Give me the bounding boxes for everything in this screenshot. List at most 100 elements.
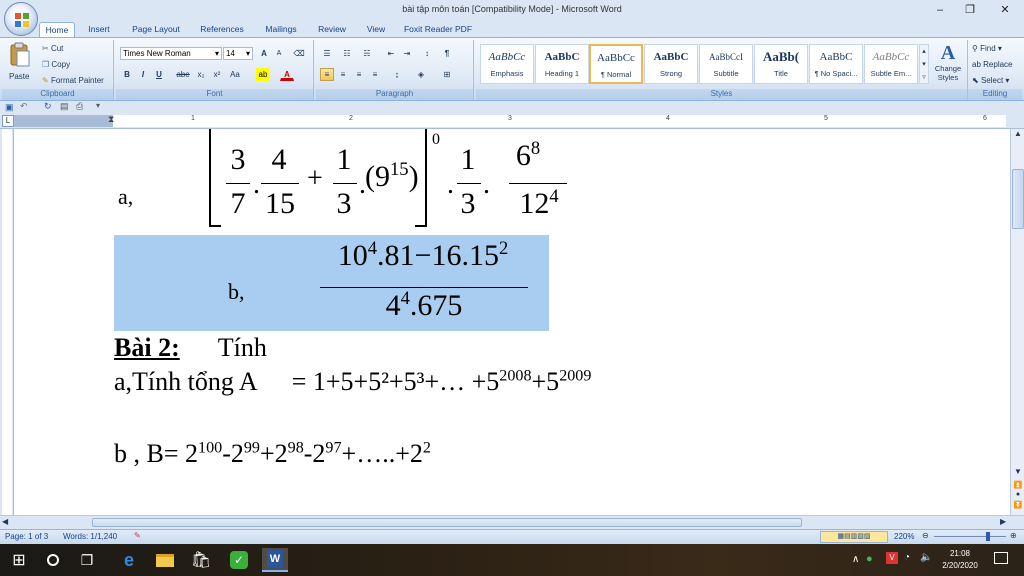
quick-print-icon[interactable]: ⎙ — [76, 101, 83, 112]
tab-references[interactable]: References — [194, 22, 250, 37]
line-spacing-icon[interactable]: ↨ — [390, 68, 404, 81]
shrink-font-button[interactable]: A — [272, 47, 286, 60]
tab-foxit[interactable]: Foxit Reader PDF — [398, 22, 478, 37]
clock[interactable]: 21:08 2/20/2020 — [940, 548, 980, 572]
hscroll-thumb[interactable] — [92, 518, 802, 527]
font-color-icon[interactable]: A — [280, 68, 294, 81]
font-size-combo[interactable]: 14 ▾ — [223, 47, 253, 60]
save-icon[interactable]: ▣ — [5, 102, 14, 113]
bullets-icon[interactable]: ☰ — [320, 47, 334, 60]
vertical-scrollbar[interactable]: ▲ ▼ ⏫ ● ⏬ — [1010, 129, 1024, 515]
horizontal-scrollbar[interactable]: ◀ ▶ — [0, 515, 1024, 529]
scroll-left-icon[interactable]: ◀ — [2, 517, 8, 526]
scroll-down-icon[interactable]: ▼ — [1012, 467, 1024, 479]
word-count[interactable]: Words: 1/1,240 — [63, 532, 117, 541]
undo-icon[interactable]: ↶ — [20, 101, 28, 112]
select-button[interactable]: ⬉ Select ▾ — [972, 76, 1009, 86]
format-painter-button[interactable]: ✎ Format Painter — [42, 76, 104, 86]
notifications-icon[interactable] — [994, 552, 1008, 564]
proofing-icon[interactable]: ✎ — [134, 531, 141, 540]
align-right-icon[interactable]: ≡ — [352, 68, 366, 81]
decrease-indent-icon[interactable]: ⇤ — [384, 47, 398, 60]
clear-format-icon[interactable]: ⌫ — [292, 47, 306, 60]
change-case-button[interactable]: Aa — [228, 68, 242, 81]
tab-selector[interactable]: L — [2, 115, 14, 127]
replace-button[interactable]: ab Replace — [972, 60, 1013, 70]
tray-app-icon[interactable]: ● — [866, 553, 873, 565]
shading-icon[interactable]: ◈ — [414, 68, 428, 81]
zoom-level[interactable]: 220% — [894, 532, 914, 541]
view-buttons[interactable]: ▦▤▥▧▨ — [820, 531, 888, 543]
tab-insert[interactable]: Insert — [80, 22, 118, 37]
zoom-out-icon[interactable]: ⊖ — [922, 531, 929, 540]
paste-button[interactable]: Paste — [6, 42, 34, 86]
zoom-in-icon[interactable]: ⊕ — [1010, 531, 1017, 540]
style-subtitle[interactable]: AaBbCcI Subtitle — [699, 44, 753, 84]
increase-indent-icon[interactable]: ⇥ — [400, 47, 414, 60]
italic-button[interactable]: I — [136, 68, 150, 81]
scroll-up-icon[interactable]: ▲ — [1012, 129, 1024, 141]
previous-page-icon[interactable]: ⏫ — [1012, 481, 1024, 491]
store-icon[interactable]: 🛍 — [188, 548, 214, 572]
sort-icon[interactable]: ↕ — [420, 47, 434, 60]
style-no-spacing[interactable]: AaBbC ¶ No Spaci... — [809, 44, 863, 84]
bold-button[interactable]: B — [120, 68, 134, 81]
scroll-thumb[interactable] — [1012, 169, 1024, 229]
borders-icon[interactable]: ⊞ — [440, 68, 454, 81]
style-heading-1[interactable]: AaBbC Heading 1 — [535, 44, 589, 84]
cut-button[interactable]: ✂ Cut — [42, 44, 63, 54]
multilevel-list-icon[interactable]: ☵ — [360, 47, 374, 60]
windows-start-icon[interactable]: ⊞ — [6, 548, 32, 572]
tab-home[interactable]: Home — [39, 22, 75, 37]
superscript-button[interactable]: x² — [210, 68, 224, 81]
underline-button[interactable]: U — [152, 68, 166, 81]
scroll-right-icon[interactable]: ▶ — [1000, 517, 1006, 526]
indent-marker-icon[interactable]: ⧗ — [108, 114, 114, 125]
close-button[interactable]: ✕ — [993, 2, 1017, 18]
style-emphasis[interactable]: AaBbCc Emphasis — [480, 44, 534, 84]
zoom-thumb[interactable] — [986, 532, 990, 541]
next-page-icon[interactable]: ⏬ — [1012, 501, 1024, 511]
align-left-icon[interactable]: ≡ — [320, 68, 334, 81]
highlight-icon[interactable]: ab — [256, 68, 270, 81]
maximize-button[interactable]: ❐ — [958, 2, 982, 18]
print-preview-icon[interactable]: ▤ — [60, 101, 69, 112]
network-icon[interactable]: ◔ — [904, 552, 910, 563]
document-page[interactable]: a, 3 7 . 4 15 + 1 3 . (915) 0 . 1 3 . 68… — [14, 129, 1010, 515]
file-explorer-icon[interactable] — [152, 548, 178, 572]
word-taskbar-icon[interactable]: W — [262, 548, 288, 572]
search-icon[interactable] — [40, 548, 66, 572]
style-strong[interactable]: AaBbC Strong — [644, 44, 698, 84]
numbering-icon[interactable]: ☷ — [340, 47, 354, 60]
copy-button[interactable]: ❐ Copy — [42, 60, 70, 70]
justify-icon[interactable]: ≡ — [368, 68, 382, 81]
grow-font-button[interactable]: A — [257, 47, 271, 60]
change-styles-button[interactable]: A Change Styles — [931, 42, 965, 88]
page-count[interactable]: Page: 1 of 3 — [5, 532, 48, 541]
zoom-slider[interactable] — [934, 536, 1006, 537]
tab-review[interactable]: Review — [312, 22, 352, 37]
subscript-button[interactable]: x₂ — [194, 68, 208, 81]
styles-scroll[interactable]: ▴ ▾ ▿ — [919, 44, 929, 84]
tab-page-layout[interactable]: Page Layout — [126, 22, 186, 37]
app-icon[interactable]: ✓ — [226, 548, 252, 572]
minimize-button[interactable]: – — [928, 2, 952, 18]
task-view-icon[interactable]: ❐ — [74, 548, 100, 572]
tab-view[interactable]: View — [360, 22, 392, 37]
edge-browser-icon[interactable]: e — [116, 548, 142, 572]
font-name-combo[interactable]: Times New Roman ▾ — [120, 47, 222, 60]
find-button[interactable]: ⚲ Find ▾ — [972, 44, 1002, 54]
style-title[interactable]: AaBb(Title — [754, 44, 808, 84]
antivirus-icon[interactable]: V — [886, 552, 898, 564]
office-button[interactable] — [4, 2, 38, 36]
redo-icon[interactable]: ↻ — [44, 101, 52, 112]
chevron-down-icon[interactable]: ▾ — [96, 101, 100, 110]
align-center-icon[interactable]: ≡ — [336, 68, 350, 81]
style-normal[interactable]: AaBbCc ¶ Normal — [589, 44, 643, 84]
tab-mailings[interactable]: Mailings — [258, 22, 304, 37]
browse-object-icon[interactable]: ● — [1012, 491, 1024, 501]
show-marks-icon[interactable]: ¶ — [440, 47, 454, 60]
volume-icon[interactable]: 🔈 — [920, 552, 932, 563]
ruler-area[interactable] — [113, 115, 1006, 127]
strikethrough-button[interactable]: abe — [174, 68, 192, 81]
